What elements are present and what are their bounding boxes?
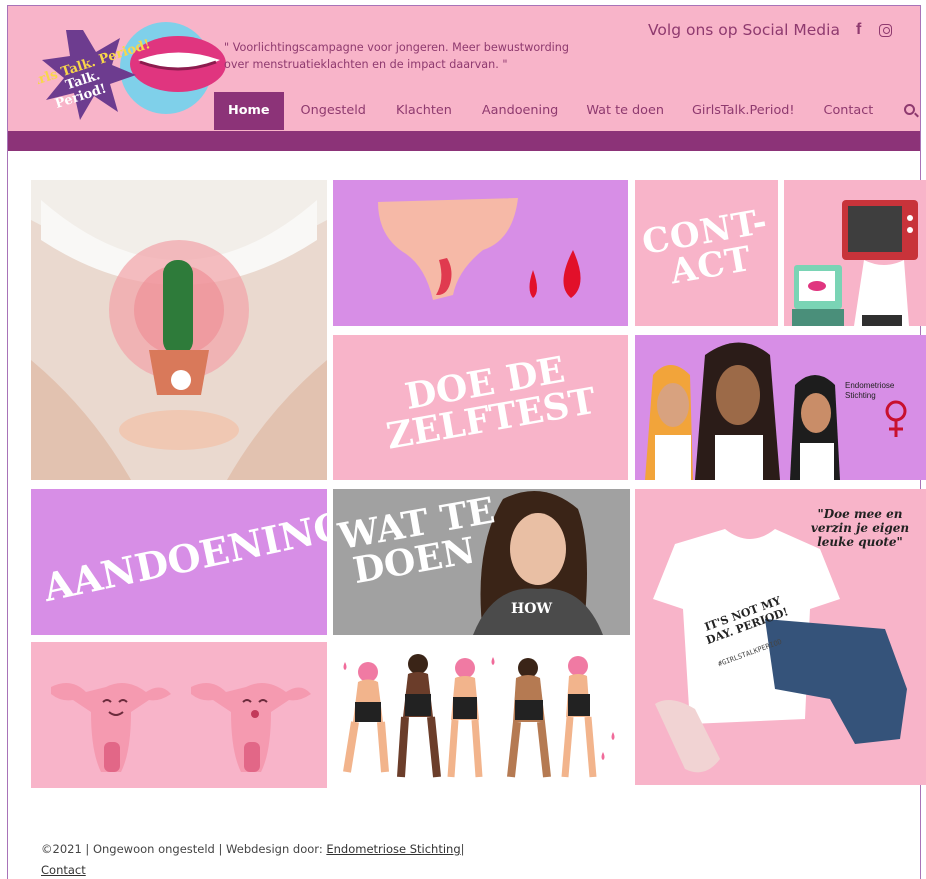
footer-separator: | [460,842,465,856]
facebook-icon[interactable]: f [856,21,861,39]
tile-zelftest[interactable]: DOE DE ZELFTEST [333,335,628,480]
tile-contact-label: CONT- ACT [639,201,771,293]
social-media-bar: Volg ons op Social Media f [648,21,893,39]
social-label: Volg ons op Social Media [648,21,840,39]
tile-aandoening[interactable]: AANDOENING [31,489,327,635]
tile-wat-te-doen[interactable]: WAT TE DOEN HOW [333,489,630,635]
nav-item-klachten[interactable]: Klachten [383,92,465,130]
footer-copyright: ©2021 | Ongewoon ongesteld | Webdesign d… [41,842,323,856]
footer-link-endometriose[interactable]: Endometriose Stichting [326,842,460,856]
site-tagline: " Voorlichtingscampagne voor jongeren. M… [224,41,569,71]
tile-quote-text: "Doe mee en verzin je eigen leuke quote" [810,507,910,549]
tile-quote-image[interactable]: "Doe mee en verzin je eigen leuke quote"… [635,489,926,785]
footer-link-contact[interactable]: Contact [41,863,86,877]
site-footer: ©2021 | Ongewoon ongesteld | Webdesign d… [41,839,465,879]
shirt-how-text: HOW [511,601,553,617]
tile-contact[interactable]: CONT- ACT [635,180,778,326]
nav-item-aandoening[interactable]: Aandoening [469,92,571,130]
tile-women-image[interactable] [333,642,630,788]
nav-item-wat-te-doen[interactable]: Wat te doen [573,92,677,130]
tile-uterus-image[interactable] [31,642,327,788]
tile-endometriose-image[interactable]: Endometriose Stichting [635,335,926,480]
nav-item-ongesteld[interactable]: Ongesteld [288,92,379,130]
female-symbol-icon [885,400,907,437]
nav-item-girlstalk[interactable]: GirlsTalk.Period! [679,92,808,130]
tile-zelftest-label: DOE DE ZELFTEST [383,348,599,458]
page-frame: Girls Talk. Period! Talk. Period! " Voor… [7,5,926,879]
tile-underwear-image[interactable] [333,180,628,326]
endometriose-logo-text: Endometriose Stichting [845,381,895,400]
tile-cactus-image[interactable] [31,180,327,480]
search-icon[interactable] [904,104,915,115]
main-nav: Home Ongesteld Klachten Aandoening Wat t… [214,92,915,130]
site-header: Girls Talk. Period! Talk. Period! " Voor… [8,6,920,139]
header-bar [8,131,920,151]
nav-item-home[interactable]: Home [214,92,284,130]
site-logo[interactable]: Girls Talk. Period! Talk. Period! [38,20,228,125]
tile-tv-image[interactable] [784,180,926,326]
instagram-icon[interactable] [879,23,893,37]
nav-item-contact[interactable]: Contact [811,92,887,130]
tile-aandoening-label: AANDOENING [39,502,327,611]
